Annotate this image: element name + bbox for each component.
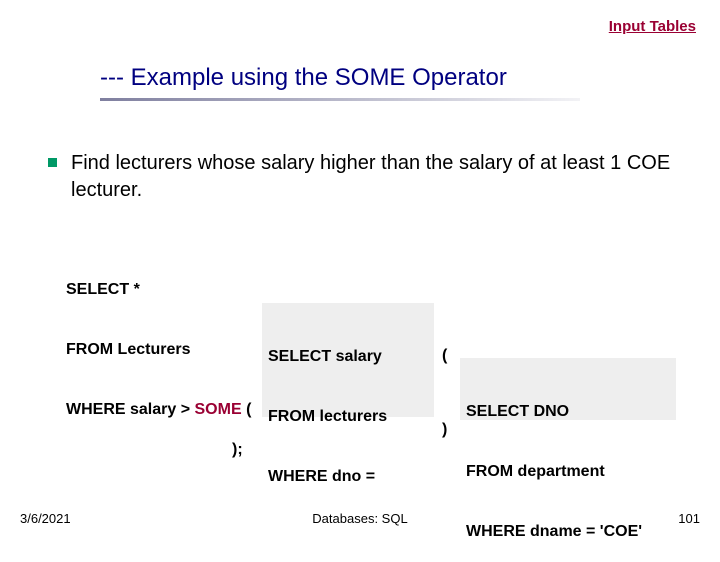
slide-title-wrap: --- Example using the SOME Operator xyxy=(100,64,680,101)
sql-line: SELECT salary xyxy=(268,347,428,367)
sql-line: FROM department xyxy=(466,462,670,482)
some-keyword: SOME xyxy=(195,401,242,418)
footer-title: Databases: SQL xyxy=(0,511,720,526)
sql-outer-block: SELECT * FROM Lecturers WHERE salary > S… xyxy=(66,240,251,440)
sql-terminator: ); xyxy=(232,440,243,460)
input-tables-link[interactable]: Input Tables xyxy=(609,18,696,35)
sql-line: FROM lecturers xyxy=(268,407,428,427)
sql-line: WHERE dno = xyxy=(268,467,428,487)
sql-subquery-box-2: SELECT DNO FROM department WHERE dname =… xyxy=(460,358,676,420)
sql-line: SELECT DNO xyxy=(466,402,670,422)
sql-line: WHERE salary > SOME ( xyxy=(66,400,251,420)
sql-line: FROM Lecturers xyxy=(66,340,251,360)
bullet-text: Find lecturers whose salary higher than … xyxy=(71,150,690,204)
sql-line: SELECT * xyxy=(66,280,251,300)
title-underline xyxy=(100,98,580,101)
paren-close: ) xyxy=(442,420,447,440)
bullet-item: Find lecturers whose salary higher than … xyxy=(48,150,690,204)
bullet-square-icon xyxy=(48,158,57,167)
footer-page-number: 101 xyxy=(678,511,700,526)
paren-open: ( xyxy=(442,346,447,366)
sql-subquery-box-1: SELECT salary FROM lecturers WHERE dno = xyxy=(262,303,434,417)
slide-title: --- Example using the SOME Operator xyxy=(100,64,680,96)
